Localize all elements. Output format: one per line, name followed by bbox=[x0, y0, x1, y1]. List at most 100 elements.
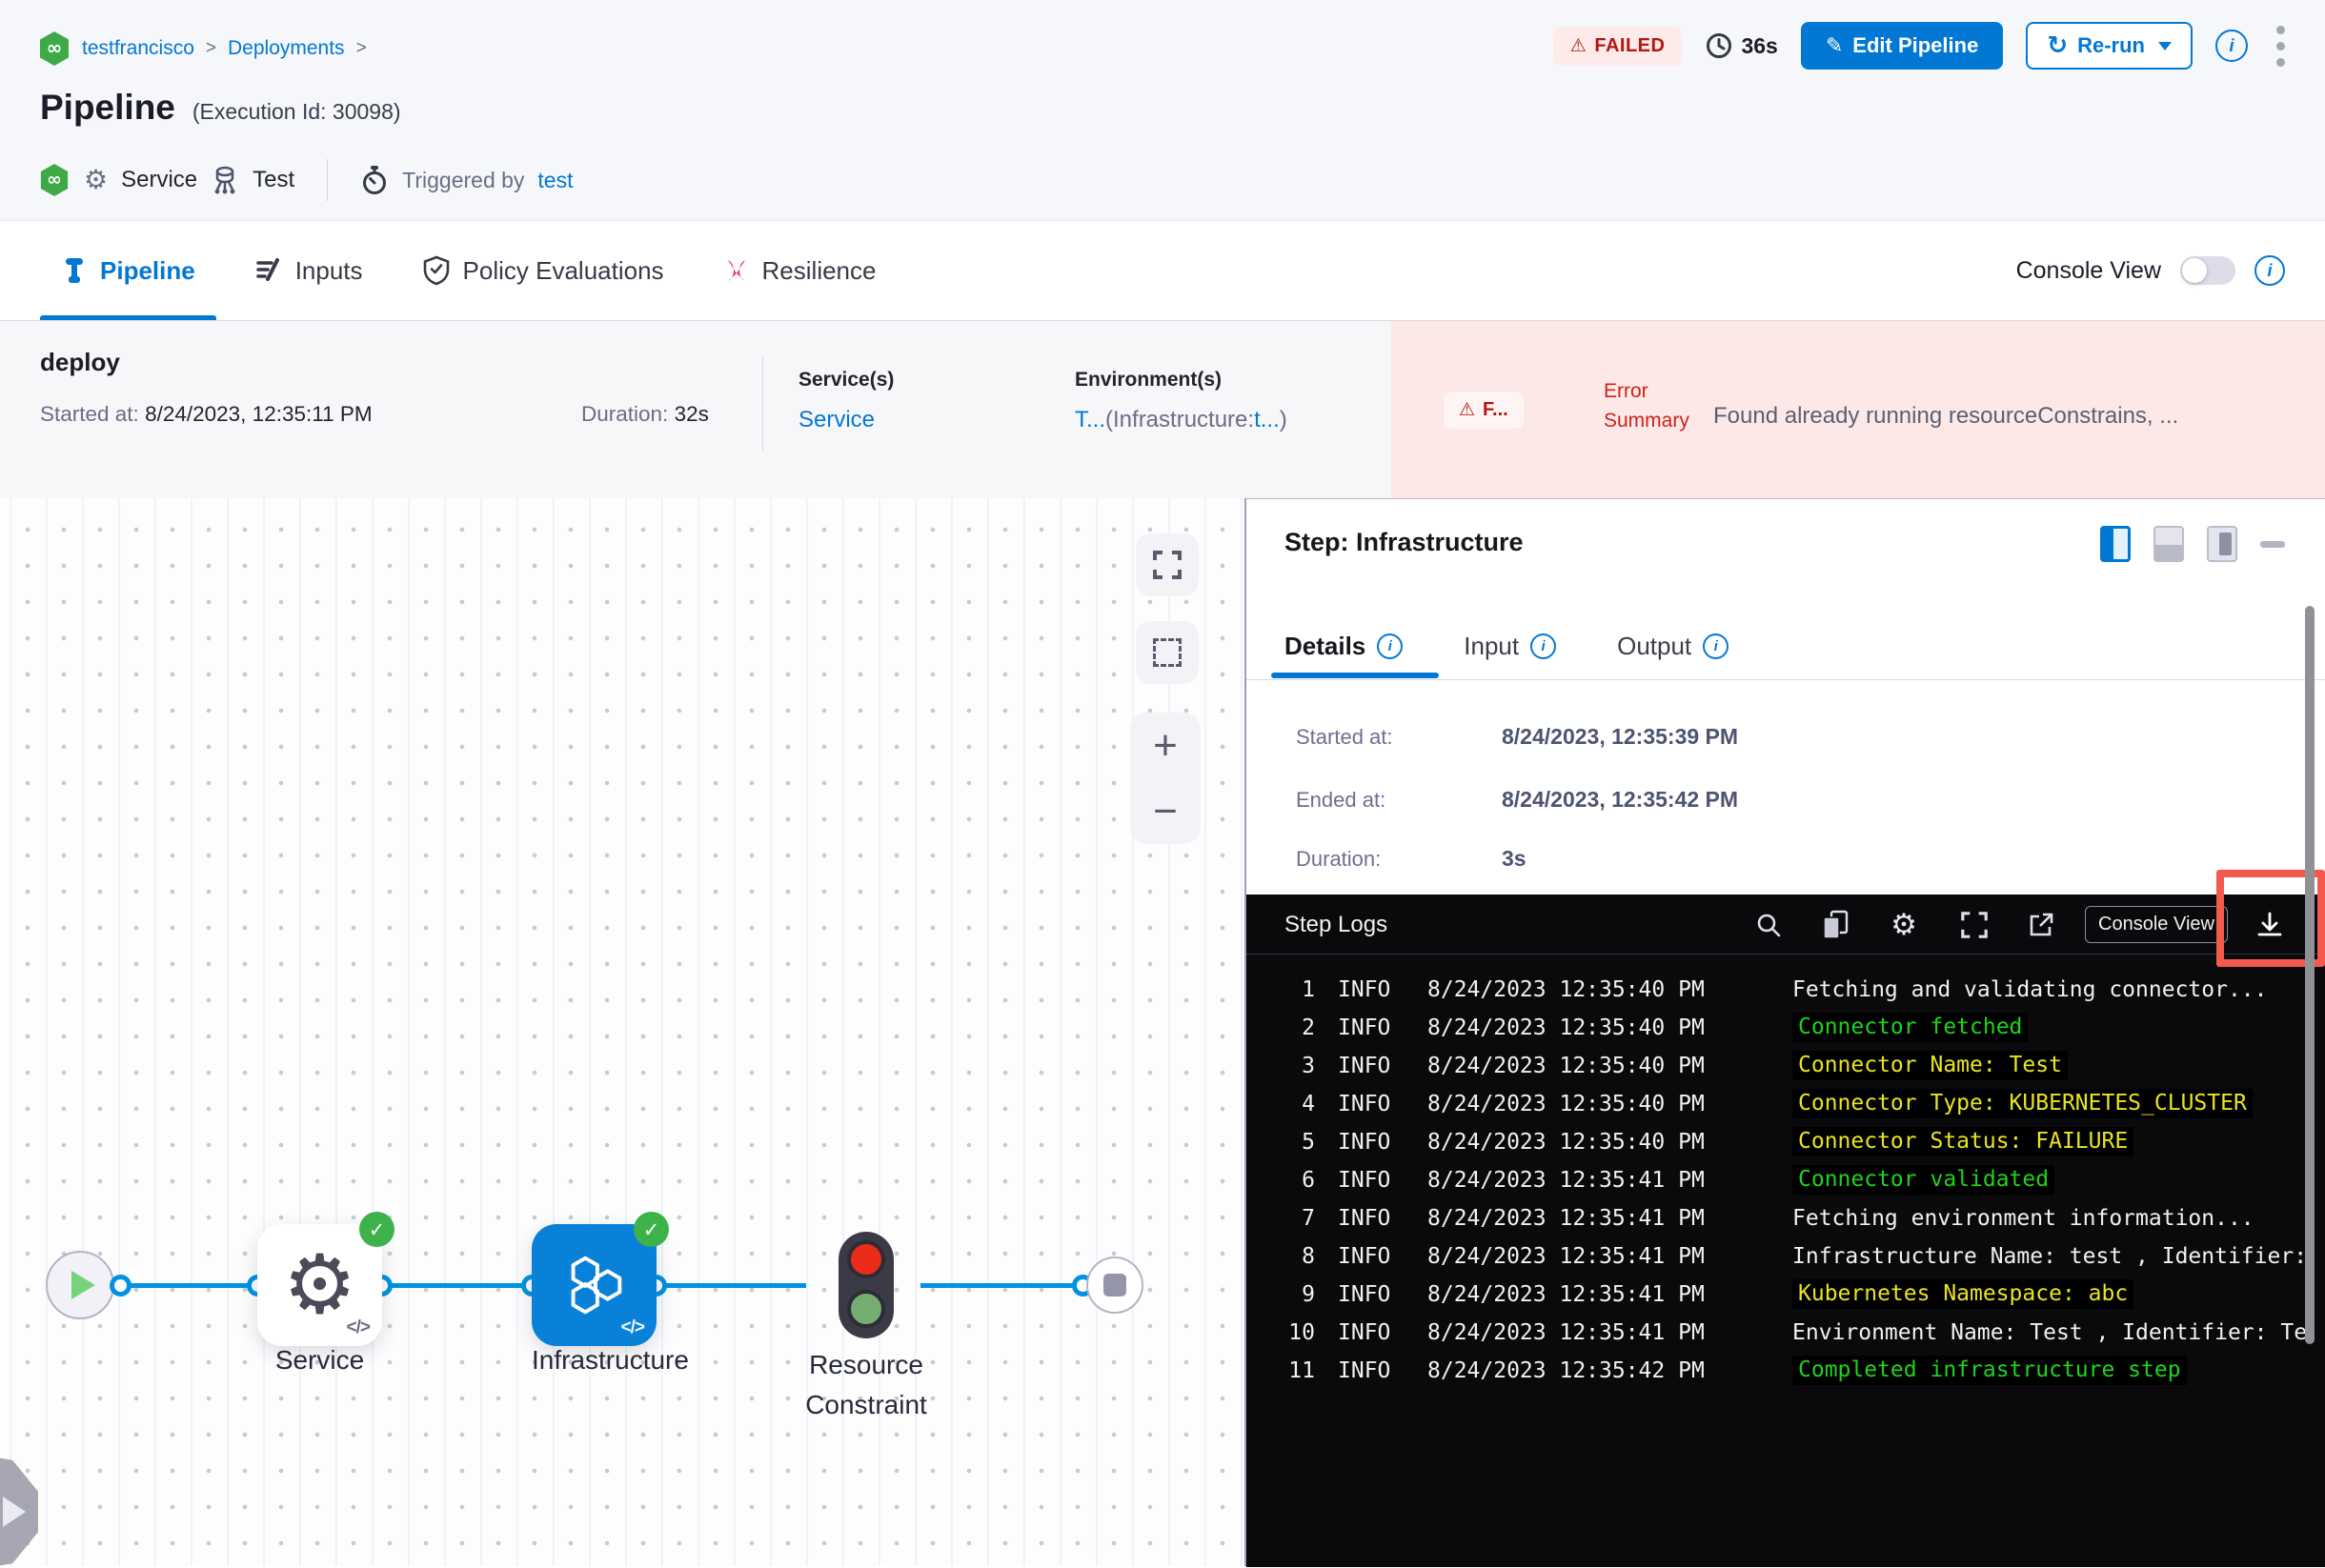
edit-pipeline-button[interactable]: ✎ Edit Pipeline bbox=[1800, 22, 2004, 70]
tab-details[interactable]: Details i bbox=[1284, 632, 1404, 661]
node-service-label: Service bbox=[274, 1345, 365, 1375]
log-line: 9 INFO 8/24/2023 12:35:41 PM Kubernetes Nam… bbox=[1246, 1277, 2325, 1316]
step-logs-panel: Step Logs ⚙ Console View 1 INFO 8/24/2023 … bbox=[1246, 870, 2325, 1567]
inputs-icon bbox=[255, 258, 279, 281]
log-line: 10 INFO 8/24/2023 12:35:41 PM Environment N… bbox=[1288, 1320, 2308, 1345]
zoom-out-button[interactable]: − bbox=[1153, 790, 1178, 833]
services-label: Service(s) bbox=[799, 369, 895, 391]
node-resource-constraint[interactable] bbox=[839, 1232, 894, 1338]
rerun-button[interactable]: ↻ Re-run bbox=[2026, 22, 2193, 70]
infrastructure-link[interactable]: t... bbox=[1254, 407, 1280, 432]
triggered-by-user-link[interactable]: test bbox=[537, 168, 573, 193]
pipeline-graph-canvas[interactable]: ⚙ </> ✓ Service </> ✓ Infrastructure Res… bbox=[0, 498, 1244, 1568]
tab-pipeline[interactable]: Pipeline bbox=[40, 221, 216, 320]
output-info-icon[interactable]: i bbox=[1703, 633, 1729, 659]
svg-text:∞: ∞ bbox=[47, 36, 63, 59]
copy-icon bbox=[1823, 910, 1849, 939]
active-tab-underline bbox=[1271, 673, 1439, 678]
error-summary-zone: ⚠ F... Error Summary Found already runni… bbox=[1391, 321, 2325, 498]
code-template-icon: </> bbox=[620, 1317, 646, 1337]
step-details-panel: Step: Infrastructure Details i Input i Out… bbox=[1244, 498, 2325, 1567]
input-info-icon[interactable]: i bbox=[1530, 633, 1557, 659]
pan-left-handle[interactable] bbox=[0, 1456, 38, 1568]
node-infrastructure[interactable]: </> ✓ bbox=[532, 1212, 669, 1346]
tab-policy-evaluations[interactable]: Policy Evaluations bbox=[422, 221, 664, 320]
node-service[interactable]: ⚙ </> ✓ bbox=[257, 1212, 394, 1346]
canvas-fullscreen-button[interactable] bbox=[1136, 533, 1199, 596]
console-view-info-icon[interactable]: i bbox=[2254, 255, 2285, 286]
gear-icon: ⚙ bbox=[1890, 907, 1917, 942]
zoom-in-button[interactable]: + bbox=[1153, 724, 1178, 767]
log-settings-button[interactable]: ⚙ bbox=[1887, 908, 1921, 942]
stage-started-at: Started at: 8/24/2023, 12:35:11 PM bbox=[40, 402, 373, 426]
right-view-button[interactable] bbox=[2207, 526, 2237, 562]
breadcrumb-deployments-link[interactable]: Deployments bbox=[228, 37, 345, 60]
tab-input[interactable]: Input i bbox=[1464, 632, 1557, 661]
log-download-button[interactable] bbox=[2253, 908, 2287, 942]
tab-resilience[interactable]: Resilience bbox=[723, 221, 876, 320]
execution-id: (Execution Id: 30098) bbox=[192, 99, 401, 124]
canvas-select-button[interactable] bbox=[1136, 621, 1199, 684]
minimize-button[interactable] bbox=[2260, 540, 2285, 548]
refresh-icon: ↻ bbox=[2047, 31, 2069, 60]
step-panel-title: Step: Infrastructure bbox=[1284, 528, 1524, 556]
hexagons-icon bbox=[571, 1256, 621, 1315]
log-line: 11 INFO 8/24/2023 12:35:42 PM Completed inf… bbox=[1246, 1354, 2325, 1392]
pipeline-meta-row: ∞ ⚙ Service Test Triggered by test bbox=[38, 158, 574, 202]
environments-column: Environment(s) T...(Infrastructure:t...) bbox=[1075, 369, 1287, 432]
details-info-icon[interactable]: i bbox=[1377, 633, 1404, 659]
start-node[interactable] bbox=[46, 1251, 114, 1319]
graph-edge bbox=[920, 1283, 1086, 1288]
arrow-right-icon bbox=[3, 1497, 26, 1527]
pipeline-icon bbox=[66, 258, 83, 283]
error-summary-message: Found already running resourceConstrains… bbox=[1713, 403, 2179, 429]
log-line: 3 INFO 8/24/2023 12:35:40 PM Connector Name… bbox=[1246, 1049, 2325, 1087]
rerun-info-icon[interactable]: i bbox=[2215, 30, 2248, 62]
service-gear-icon: ⚙ bbox=[84, 164, 109, 195]
log-line: 1 INFO 8/24/2023 12:35:40 PM Fetching and v… bbox=[1302, 977, 2268, 1002]
environments-label: Environment(s) bbox=[1075, 369, 1223, 391]
harness-logo-icon: ∞ bbox=[38, 162, 71, 198]
log-fullscreen-button[interactable] bbox=[1957, 908, 1991, 942]
status-badge: ⚠ FAILED bbox=[1552, 26, 1683, 66]
divider bbox=[1246, 954, 2325, 955]
error-summary-label: Error Summary bbox=[1604, 380, 1689, 432]
split-view-button[interactable] bbox=[2100, 526, 2131, 562]
service-name[interactable]: Service bbox=[121, 167, 197, 193]
tab-output[interactable]: Output i bbox=[1617, 632, 1729, 661]
bottom-view-button[interactable] bbox=[2153, 526, 2184, 562]
log-console-view-button[interactable]: Console View bbox=[2085, 906, 2228, 943]
environment-link[interactable]: T... bbox=[1075, 407, 1105, 432]
console-view-toggle[interactable] bbox=[2180, 256, 2235, 285]
divider bbox=[1246, 679, 2325, 680]
end-node[interactable] bbox=[1086, 1256, 1143, 1314]
log-search-button[interactable] bbox=[1751, 908, 1786, 942]
graph-edge bbox=[376, 1283, 538, 1288]
stage-duration: Duration: 32s bbox=[581, 402, 709, 426]
search-icon bbox=[1757, 914, 1781, 937]
success-check-icon: ✓ bbox=[634, 1212, 669, 1247]
more-options-menu[interactable] bbox=[2271, 22, 2291, 70]
header-actions: ⚠ FAILED 36s ✎ Edit Pipeline ↻ Re-run i bbox=[1552, 21, 2291, 70]
tab-inputs[interactable]: Inputs bbox=[254, 221, 363, 320]
step-panel-tabs: Details i Input i Output i bbox=[1284, 612, 1729, 680]
code-template-icon: </> bbox=[346, 1317, 372, 1337]
log-copy-button[interactable] bbox=[1818, 908, 1852, 942]
stage-name[interactable]: deploy bbox=[40, 348, 120, 377]
marquee-select-icon bbox=[1153, 638, 1182, 667]
console-view-label: Console View bbox=[2015, 256, 2161, 284]
warning-icon: ⚠ bbox=[1569, 34, 1587, 56]
log-open-external-button[interactable] bbox=[2024, 908, 2058, 942]
panel-scrollbar[interactable] bbox=[2305, 606, 2315, 1344]
divider bbox=[327, 159, 329, 201]
environment-name[interactable]: Test bbox=[253, 167, 294, 193]
external-link-icon bbox=[2030, 913, 2053, 936]
service-link[interactable]: Service bbox=[799, 407, 875, 432]
shield-check-icon bbox=[423, 255, 449, 286]
breadcrumb-project-link[interactable]: testfrancisco bbox=[82, 37, 194, 60]
log-line: 5 INFO 8/24/2023 12:35:40 PM Connector Stat… bbox=[1246, 1125, 2325, 1163]
stage-summary-bar: ⚠ F... Error Summary Found already runni… bbox=[0, 321, 2325, 498]
resilience-icon bbox=[727, 260, 745, 281]
elapsed-time: 36s bbox=[1705, 31, 1778, 60]
execution-tab-bar: Pipeline Inputs Policy Evaluations Resil… bbox=[0, 221, 2325, 321]
